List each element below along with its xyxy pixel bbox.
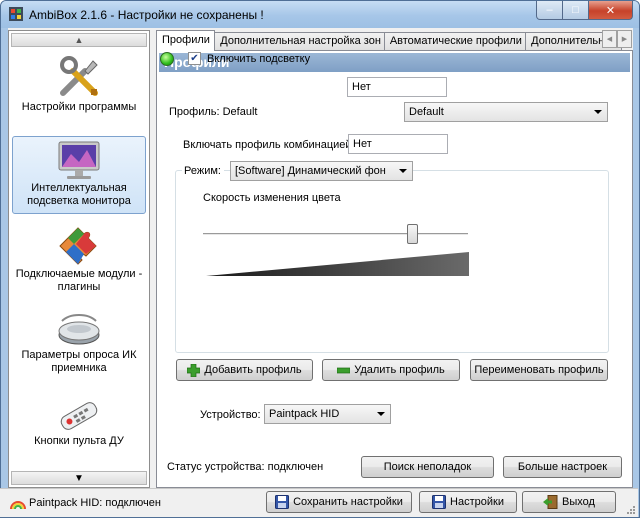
device-select[interactable]: Paintpack HID — [264, 404, 391, 424]
backlight-status-led-icon — [160, 52, 174, 66]
close-button[interactable]: ✕ — [589, 1, 633, 20]
exit-door-icon — [543, 495, 558, 509]
settings-label: Настройки — [450, 496, 504, 508]
sidebar-item-label: Кнопки пульта ДУ — [34, 435, 124, 447]
tab-auto-profiles[interactable]: Автоматические профили — [383, 32, 527, 51]
rename-profile-button[interactable]: Переименовать профиль — [470, 359, 608, 381]
sidebar-item-remote-buttons[interactable]: Кнопки пульта ДУ — [12, 397, 146, 455]
sidebar-item-program-settings[interactable]: Настройки программы — [12, 53, 146, 123]
sidebar: ▲ Настройки программы Интеллектуальная п… — [8, 30, 150, 488]
delete-profile-label: Удалить профиль — [354, 364, 445, 376]
sidebar-item-ir-receiver[interactable]: Параметры опроса ИК приемника — [12, 309, 146, 379]
sidebar-item-plugins[interactable]: Подключаемые модули - плагины — [12, 224, 146, 296]
sidebar-scroll-up-button[interactable]: ▲ — [11, 33, 147, 47]
tools-icon — [60, 56, 98, 96]
speed-ramp-graphic — [206, 252, 469, 276]
color-speed-label: Скорость изменения цвета — [203, 192, 341, 204]
profile-select[interactable]: Default — [404, 102, 608, 122]
device-status-text: Статус устройства: подключен — [167, 461, 324, 473]
sidebar-item-label: Интеллектуальная подсветка монитора — [27, 182, 131, 207]
status-bar: Paintpack HID: подключен Сохранить настр… — [0, 488, 638, 517]
puzzle-icon — [59, 227, 97, 265]
window-title: AmbiBox 2.1.6 - Настройки не сохранены ! — [29, 8, 264, 22]
sidebar-item-monitor-backlight[interactable]: Интеллектуальная подсветка монитора — [12, 136, 146, 214]
color-speed-slider[interactable] — [203, 233, 468, 236]
save-settings-button[interactable]: Сохранить настройки — [266, 491, 412, 513]
tab-zone-settings[interactable]: Дополнительная настройка зон — [214, 32, 385, 51]
exit-label: Выход — [562, 496, 595, 508]
device-label: Устройство: — [200, 409, 261, 421]
add-profile-label: Добавить профиль — [204, 364, 302, 376]
maximize-button[interactable]: □ — [563, 1, 589, 20]
mode-select[interactable]: [Software] Динамический фон — [230, 161, 413, 181]
tab-scroll-left-button[interactable]: ◀ — [602, 30, 617, 48]
enable-backlight-hotkey-field[interactable]: Нет — [347, 77, 447, 97]
tab-scroll-right-button[interactable]: ▶ — [617, 30, 632, 48]
more-settings-button[interactable]: Больше настроек — [503, 456, 622, 478]
resize-grip-icon[interactable] — [626, 505, 636, 515]
settings-button[interactable]: Настройки — [419, 491, 517, 513]
enable-backlight-label: Включить подсветку — [207, 53, 311, 65]
chevron-down-icon — [594, 110, 602, 114]
mode-select-value: [Software] Динамический фон — [235, 165, 386, 177]
statusbar-device-status: Paintpack HID: подключен — [29, 497, 161, 509]
rainbow-led-icon — [10, 501, 26, 510]
sidebar-item-label: Настройки программы — [21, 101, 137, 113]
minimize-button[interactable]: ‒ — [536, 1, 563, 20]
tab-bar: Профили Дополнительная настройка зон Авт… — [156, 30, 623, 51]
color-speed-slider-thumb[interactable] — [406, 224, 418, 244]
chevron-down-icon — [399, 169, 407, 173]
tab-profiles[interactable]: Профили — [156, 30, 216, 51]
profile-select-value: Default — [409, 106, 444, 118]
profile-label: Профиль: Default — [169, 106, 258, 118]
tab-scroll-buttons: ◀ ▶ — [602, 30, 632, 48]
monitor-icon — [58, 141, 100, 179]
troubleshoot-button[interactable]: Поиск неполадок — [361, 456, 494, 478]
plus-icon — [187, 363, 201, 377]
minus-icon — [337, 367, 351, 373]
delete-profile-button[interactable]: Удалить профиль — [322, 359, 460, 381]
profile-hotkey-field[interactable]: Нет — [348, 134, 448, 154]
chevron-down-icon — [377, 412, 385, 416]
title-bar[interactable]: AmbiBox 2.1.6 - Настройки не сохранены !… — [1, 1, 639, 28]
enable-backlight-checkbox[interactable]: ✔ — [188, 52, 201, 65]
app-logo-icon — [9, 7, 23, 21]
floppy-icon — [432, 495, 447, 509]
sidebar-item-label: Подключаемые модули - плагины — [15, 268, 143, 293]
mode-label: Режим: — [182, 165, 224, 177]
floppy-icon — [275, 495, 290, 509]
remote-icon — [60, 402, 98, 430]
ir-receiver-icon — [58, 314, 100, 345]
sidebar-item-label: Параметры опроса ИК приемника — [21, 349, 137, 374]
device-select-value: Paintpack HID — [269, 408, 340, 420]
profile-hotkey-label: Включать профиль комбинацией: — [183, 139, 355, 151]
exit-button[interactable]: Выход — [522, 491, 616, 513]
add-profile-button[interactable]: Добавить профиль — [176, 359, 313, 381]
save-settings-label: Сохранить настройки — [293, 496, 403, 508]
sidebar-scroll-down-button[interactable]: ▼ — [11, 471, 147, 485]
